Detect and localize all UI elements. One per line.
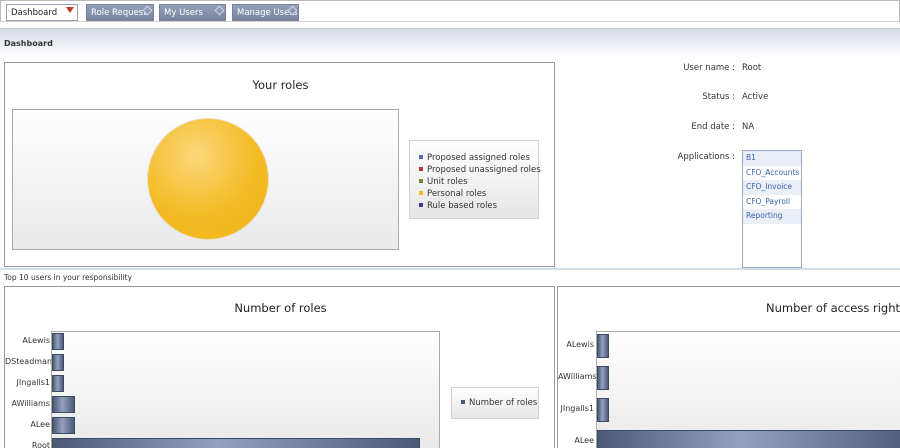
username-value: Root: [742, 63, 762, 73]
bar-JIngalls1[interactable]: [52, 375, 64, 392]
legend-item: Personal roles: [419, 189, 486, 200]
bar-JIngalls1[interactable]: [597, 398, 609, 422]
number-of-roles-panel: Number of roles ALewis DSteadman JIngalls1…: [4, 286, 555, 448]
y-axis-label: JIngalls1: [560, 404, 594, 413]
number-of-access-rights-title: Number of access rights: [766, 301, 900, 315]
end-date-label: End date :: [691, 122, 735, 132]
application-item[interactable]: Reporting: [743, 209, 801, 224]
y-axis-label: AWilliams: [11, 398, 50, 408]
tab-role-request[interactable]: Role Request: [86, 4, 154, 21]
applications-list[interactable]: B1 CFO_Accounts CFO_Invoice CFO_Payroll …: [742, 150, 802, 268]
legend-label: Proposed unassigned roles: [427, 165, 541, 175]
roles-plot-area: [51, 331, 440, 448]
y-axis-label: ALewis: [22, 335, 50, 345]
your-roles-panel: Your roles Proposed assigned roles Propo…: [4, 62, 555, 267]
legend-swatch: [461, 400, 465, 404]
roles-legend: Proposed assigned roles Proposed unassig…: [409, 140, 541, 219]
legend-swatch: [419, 167, 423, 171]
section-divider: [0, 268, 900, 270]
y-axis-label: DSteadman: [5, 356, 53, 366]
application-item[interactable]: CFO_Accounts: [743, 166, 801, 181]
legend-item: Proposed unassigned roles: [419, 165, 541, 176]
bar-ALee[interactable]: [52, 417, 75, 434]
application-item[interactable]: CFO_Invoice: [743, 180, 801, 195]
top-users-heading: Top 10 users in your responsibility: [4, 273, 133, 282]
legend-swatch: [419, 179, 423, 183]
pie-slice-personal-roles[interactable]: [147, 118, 269, 240]
tab-my-users-label: My Users: [164, 8, 203, 18]
tab-dashboard[interactable]: Dashboard: [6, 4, 78, 21]
legend-label: Unit roles: [427, 177, 468, 187]
access-plot-area: [596, 331, 900, 448]
legend-item: Number of roles: [461, 398, 537, 409]
bar-AWilliams[interactable]: [52, 396, 75, 413]
number-of-roles-title: Number of roles: [234, 301, 327, 315]
legend-label: Proposed assigned roles: [427, 153, 530, 163]
y-axis-label: ALewis: [566, 340, 594, 349]
legend-item: Unit roles: [419, 177, 468, 188]
bar-DSteadman[interactable]: [52, 354, 64, 371]
status-value: Active: [742, 92, 769, 102]
legend-swatch: [419, 191, 423, 195]
username-label: User name :: [683, 63, 735, 73]
tab-bar: Dashboard Role Request My Users Manage U…: [0, 0, 900, 22]
bar-ALee[interactable]: [597, 430, 900, 448]
legend-item: Proposed assigned roles: [419, 153, 530, 164]
bar-Root[interactable]: [52, 438, 420, 448]
y-axis-label: Root: [31, 440, 50, 448]
bar-AWilliams[interactable]: [597, 366, 609, 390]
legend-item: Rule based roles: [419, 201, 497, 212]
application-item[interactable]: CFO_Payroll: [743, 195, 801, 210]
y-axis-label: ALee: [30, 419, 50, 429]
page-header: Dashboard: [0, 28, 900, 58]
roles-chart-legend: Number of roles: [451, 387, 539, 419]
tab-my-users[interactable]: My Users: [159, 4, 226, 21]
number-of-access-rights-panel: Number of access rights ALewis AWilliams J…: [557, 286, 900, 448]
bar-ALewis[interactable]: [597, 334, 609, 358]
legend-swatch: [419, 155, 423, 159]
y-axis-label: AWilliams: [558, 372, 597, 381]
tab-dashboard-label: Dashboard: [11, 8, 58, 18]
y-axis-label: ALee: [574, 436, 594, 445]
legend-swatch: [419, 203, 423, 207]
legend-label: Personal roles: [427, 189, 487, 199]
page-title: Dashboard: [4, 39, 53, 48]
status-label: Status :: [702, 92, 735, 102]
tab-manage-users[interactable]: Manage Users: [232, 4, 299, 21]
tab-role-request-label: Role Request: [91, 8, 147, 18]
bar-ALewis[interactable]: [52, 333, 64, 350]
application-item[interactable]: B1: [743, 151, 801, 166]
end-date-value: NA: [742, 122, 755, 132]
pin-icon: [66, 7, 74, 13]
diamond-icon: [214, 5, 225, 16]
your-roles-title: Your roles: [252, 78, 309, 92]
legend-label: Rule based roles: [427, 201, 498, 211]
pie-chart-area: [12, 109, 399, 250]
legend-label: Number of roles: [469, 398, 538, 408]
y-axis-label: JIngalls1: [16, 377, 50, 387]
applications-label: Applications :: [677, 152, 736, 162]
